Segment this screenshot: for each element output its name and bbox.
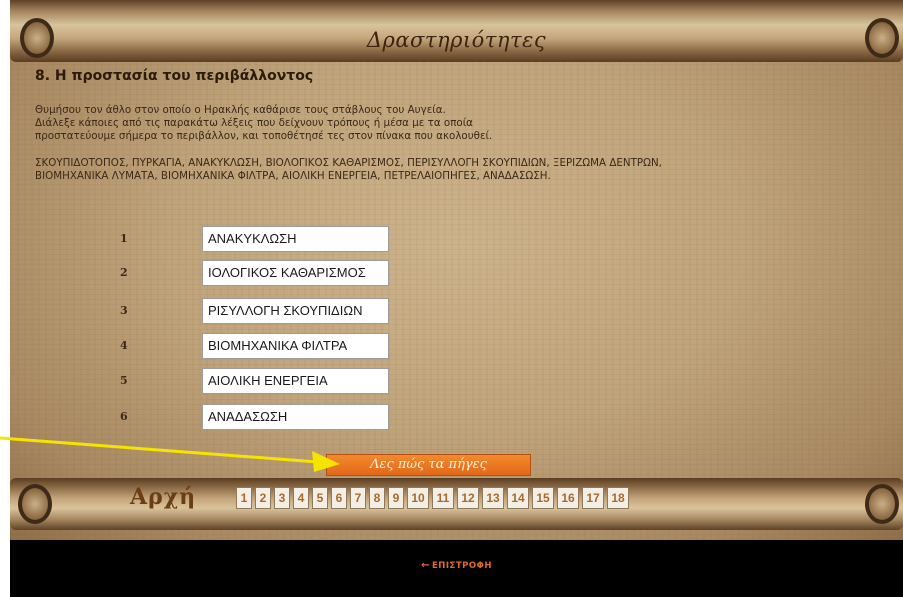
back-link[interactable]: ← ΕΠΙΣΤΡΟΦΗ — [10, 560, 903, 571]
page-link-5[interactable]: 5 — [312, 487, 328, 509]
answer-row-4: 4 ΒΙΟΜΗΧΑΝΙΚΑ ΦΙΛΤΡΑ — [120, 333, 420, 359]
page-link-17[interactable]: 17 — [582, 487, 604, 509]
answer-field-1[interactable]: ΑΝΑΚΥΚΛΩΣΗ — [202, 226, 389, 252]
page-link-9[interactable]: 9 — [388, 487, 404, 509]
answer-row-1: 1 ΑΝΑΚΥΚΛΩΣΗ — [120, 226, 420, 252]
back-link-label: ΕΠΙΣΤΡΟΦΗ — [431, 561, 492, 571]
word-bank-line: ΣΚΟΥΠΙΔΟΤΟΠΟΣ, ΠΥΡΚΑΓΙΑ, ΑΝΑΚΥΚΛΩΣΗ, ΒΙΟ… — [35, 157, 662, 169]
page-link-10[interactable]: 10 — [407, 487, 429, 509]
page-link-16[interactable]: 16 — [557, 487, 579, 509]
answer-row-5: 5 ΑΙΟΛΙΚΗ ΕΝΕΡΓΕΙΑ — [120, 368, 420, 394]
page-link-14[interactable]: 14 — [507, 487, 529, 509]
row-number: 1 — [120, 232, 128, 245]
scroll-top-roll: Δραστηριότητες — [10, 0, 903, 62]
answer-row-3: 3 ΡΙΣΥΛΛΟΓΗ ΣΚΟΥΠΙΔΙΩΝ — [120, 298, 420, 324]
page-link-11[interactable]: 11 — [432, 487, 454, 509]
scroll-curl-left — [18, 484, 52, 524]
page-link-7[interactable]: 7 — [350, 487, 366, 509]
page-link-13[interactable]: 13 — [482, 487, 504, 509]
back-arrow-icon: ← — [421, 560, 430, 571]
row-number: 5 — [120, 374, 128, 387]
page-link-6[interactable]: 6 — [331, 487, 347, 509]
activity-instructions: Θυμήσου τον άθλο στον οποίο ο Ηρακλής κα… — [35, 104, 895, 143]
instruction-line: Θυμήσου τον άθλο στον οποίο ο Ηρακλής κα… — [35, 104, 446, 116]
instruction-line: προστατεύουμε σήμερα το περιβάλλον, και … — [35, 130, 493, 142]
page-link-12[interactable]: 12 — [457, 487, 479, 509]
answer-field-2[interactable]: ΙΟΛΟΓΙΚΟΣ ΚΑΘΑΡΙΣΜΟΣ — [202, 260, 389, 286]
word-bank: ΣΚΟΥΠΙΔΟΤΟΠΟΣ, ΠΥΡΚΑΓΙΑ, ΑΝΑΚΥΚΛΩΣΗ, ΒΙΟ… — [35, 157, 895, 183]
page-link-4[interactable]: 4 — [293, 487, 309, 509]
page: Δραστηριότητες 8. Η προστασία του περιβά… — [0, 0, 903, 597]
page-title: Δραστηριότητες — [366, 28, 547, 52]
answer-row-2: 2 ΙΟΛΟΓΙΚΟΣ ΚΑΘΑΡΙΣΜΟΣ — [120, 260, 420, 286]
answer-field-5[interactable]: ΑΙΟΛΙΚΗ ΕΝΕΡΓΕΙΑ — [202, 368, 389, 394]
activity-heading: 8. Η προστασία του περιβάλλοντος — [35, 68, 314, 84]
page-link-1[interactable]: 1 — [236, 487, 252, 509]
scroll-curl-right — [865, 484, 899, 524]
row-number: 4 — [120, 339, 128, 352]
instruction-line: Διάλεξε κάποιες από τις παρακάτω λέξεις … — [35, 117, 473, 129]
page-link-3[interactable]: 3 — [274, 487, 290, 509]
page-link-18[interactable]: 18 — [607, 487, 629, 509]
footer-bar: ← ΕΠΙΣΤΡΟΦΗ — [10, 540, 903, 597]
answer-field-3[interactable]: ΡΙΣΥΛΛΟΓΗ ΣΚΟΥΠΙΔΙΩΝ — [202, 298, 389, 324]
row-number: 2 — [120, 266, 128, 279]
page-link-2[interactable]: 2 — [255, 487, 271, 509]
pointer-arrow-icon — [0, 436, 340, 472]
row-number: 3 — [120, 304, 128, 317]
answer-field-4[interactable]: ΒΙΟΜΗΧΑΝΙΚΑ ΦΙΛΤΡΑ — [202, 333, 389, 359]
page-link-8[interactable]: 8 — [369, 487, 385, 509]
page-link-15[interactable]: 15 — [532, 487, 554, 509]
home-link[interactable]: Αρχή — [130, 484, 196, 510]
word-bank-line: ΒΙΟΜΗΧΑΝΙΚΑ ΛΥΜΑΤΑ, ΒΙΟΜΗΧΑΝΙΚΑ ΦΙΛΤΡΑ, … — [35, 170, 551, 182]
activity-content: 8. Η προστασία του περιβάλλοντος Θυμήσου… — [35, 68, 895, 183]
